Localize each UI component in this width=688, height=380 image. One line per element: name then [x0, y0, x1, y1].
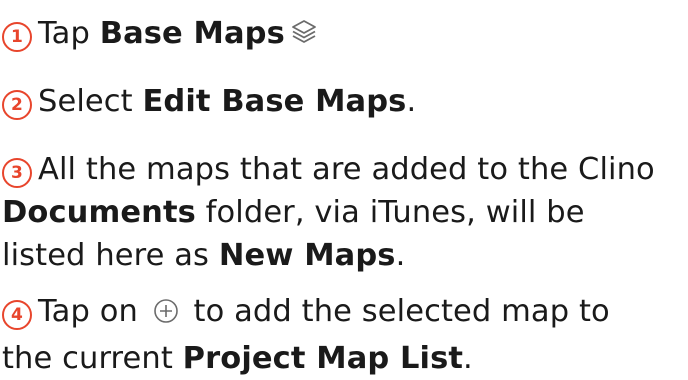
step-4-text-a: Tap on — [38, 294, 148, 329]
step-2-bold-edit-base-maps: Edit Base Maps — [142, 84, 407, 119]
layers-icon — [289, 16, 319, 59]
step-4-text-c: the current — [2, 341, 183, 376]
step-2-text: Select — [38, 84, 143, 119]
step-3: 3 All the maps that are added to the Clin… — [2, 148, 686, 277]
step-4-line-2: the current Project Map List. — [2, 337, 686, 380]
step-3-text-a: All the maps that are added to the Clino — [38, 152, 655, 187]
step-3-text-c: folder, via iTunes, will be — [195, 195, 585, 230]
step-1-bold-base-maps: Base Maps — [99, 16, 285, 51]
step-3-period: . — [395, 238, 406, 273]
step-number-1: 1 — [2, 22, 32, 52]
step-number-2: 2 — [2, 90, 32, 120]
step-1-line-1: 1 Tap Base Maps — [2, 12, 686, 59]
step-2-line-1: 2 Select Edit Base Maps. — [2, 80, 686, 123]
step-2: 2 Select Edit Base Maps. — [2, 80, 686, 123]
step-4: 4 Tap on to add the selected map to the c… — [2, 290, 686, 380]
step-4-bold-project-map-list: Project Map List — [182, 341, 464, 376]
step-1: 1 Tap Base Maps — [2, 12, 686, 59]
step-number-4: 4 — [2, 300, 32, 330]
step-4-period: . — [463, 341, 473, 376]
step-3-line-2: Documents folder, via iTunes, will be — [2, 191, 686, 234]
step-3-bold-new-maps: New Maps — [218, 238, 396, 273]
step-3-text-d: listed here as — [2, 238, 219, 273]
step-number-3: 3 — [2, 158, 32, 188]
step-4-text-b: to add the selected map to — [183, 294, 610, 329]
plus-circle-icon — [152, 294, 180, 337]
step-3-bold-documents: Documents — [2, 195, 196, 230]
step-2-period: . — [406, 84, 417, 119]
step-4-line-1: 4 Tap on to add the selected map to — [2, 290, 686, 337]
step-1-text: Tap — [38, 16, 100, 51]
step-3-line-3: listed here as New Maps. — [2, 234, 686, 277]
step-3-line-1: 3 All the maps that are added to the Clin… — [2, 148, 686, 191]
